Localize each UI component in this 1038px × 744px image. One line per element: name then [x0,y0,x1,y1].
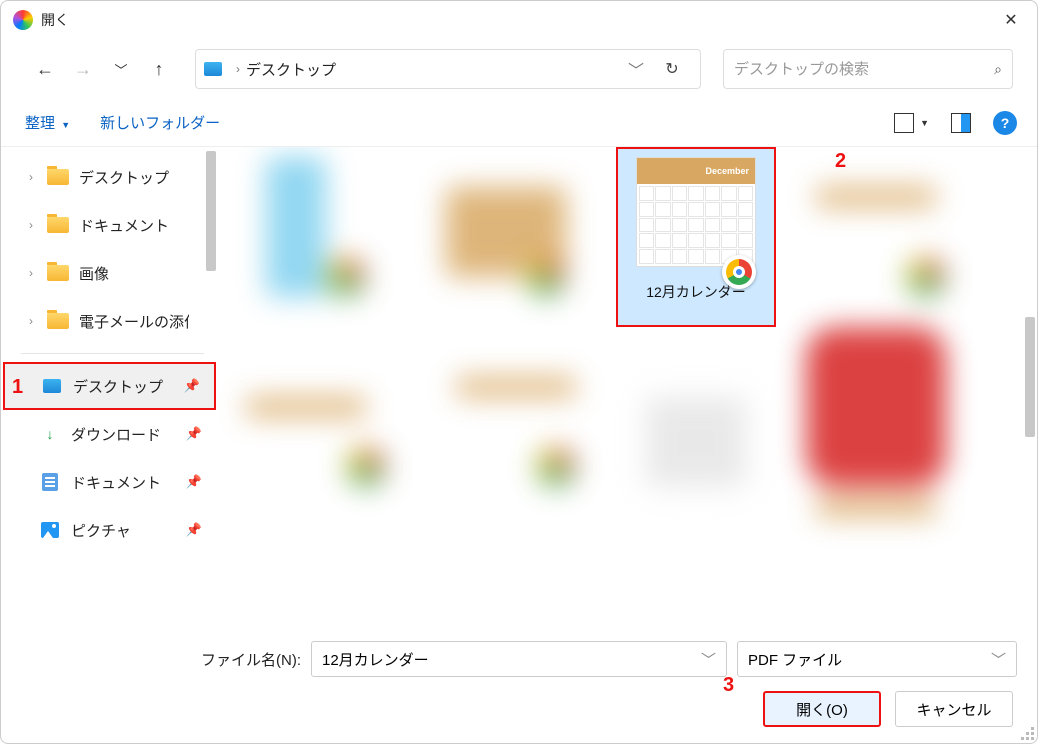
search-input[interactable] [734,61,994,78]
content-area: › デスクトップ › ドキュメント › 画像 › 電子メールの添付 [1,147,1037,623]
tree-label: デスクトップ [79,167,169,188]
forward-button[interactable]: → [69,55,97,83]
tree-item-email-attachments[interactable]: › 電子メールの添付 [1,297,216,345]
resize-grip[interactable] [1020,726,1034,740]
chevron-right-icon[interactable]: › [29,170,43,184]
sidebar-item-label: ドキュメント [71,472,161,493]
chevron-right-icon[interactable]: › [29,218,43,232]
view-dropdown[interactable]: ▼ [920,118,929,128]
pin-icon[interactable]: 📌 [184,378,200,394]
chrome-badge-icon [722,255,756,289]
preview-pane-button[interactable] [951,113,971,133]
toolbar: 整理 ▼ 新しいフォルダー ▼ ? [1,99,1037,147]
divider [21,353,204,354]
annotation-2: 2 [835,150,846,173]
file-open-dialog: 開く ✕ ← → ﹀ ↑ › デスクトップ ﹀ ↻ ⌕ 整理 ▼ 新しいフォルダ… [0,0,1038,744]
filter-value: PDF ファイル [748,649,842,670]
sidebar-item-documents[interactable]: ドキュメント 📌 [1,458,216,506]
tree-item-pictures[interactable]: › 画像 [1,249,216,297]
picture-icon [39,521,61,539]
file-list[interactable]: December 12月カレンダー [216,147,1037,623]
titlebar: 開く ✕ [1,1,1037,39]
folder-icon [47,217,69,233]
nav-row: ← → ﹀ ↑ › デスクトップ ﹀ ↻ ⌕ [1,39,1037,99]
file-thumbnail: December [636,157,756,267]
sidebar-item-label: ピクチャ [71,520,131,541]
caret-down-icon: ▼ [61,120,70,130]
recent-dropdown[interactable]: ﹀ [107,55,135,83]
search-box[interactable]: ⌕ [723,49,1013,89]
open-button[interactable]: 開く(O) [763,691,881,727]
pin-icon[interactable]: 📌 [186,522,202,538]
close-button[interactable]: ✕ [997,6,1025,34]
refresh-button[interactable]: ↻ [652,59,692,79]
cancel-button[interactable]: キャンセル [895,691,1013,727]
folder-icon [47,313,69,329]
help-button[interactable]: ? [993,111,1017,135]
window-title: 開く [41,10,997,30]
folder-icon [47,265,69,281]
file-item-selected[interactable]: December 12月カレンダー [616,147,776,327]
chevron-right-icon[interactable]: › [29,266,43,280]
folder-icon [47,169,69,185]
filename-value: 12月カレンダー [322,649,429,670]
new-folder-button[interactable]: 新しいフォルダー [100,112,220,133]
sidebar-item-pictures[interactable]: ピクチャ 📌 [1,506,216,554]
sidebar-item-label: ダウンロード [71,424,161,445]
thumb-month: December [705,166,749,176]
filename-label: ファイル名(N): [21,649,301,670]
annotation-1: 1 [12,376,23,399]
bottom-panel: ファイル名(N): 12月カレンダー ﹀ PDF ファイル ﹀ 開く(O) キャ… [1,623,1037,743]
organize-menu[interactable]: 整理 ▼ [25,112,70,133]
content-scrollbar[interactable] [1025,147,1035,623]
desktop-icon [41,377,63,395]
chevron-right-icon: › [236,62,240,76]
pin-icon[interactable]: 📌 [186,474,202,490]
navigation-tree: › デスクトップ › ドキュメント › 画像 › 電子メールの添付 [1,147,216,623]
tree-item-desktop[interactable]: › デスクトップ [1,153,216,201]
chevron-down-icon[interactable]: ﹀ [991,649,1006,670]
tree-item-documents[interactable]: › ドキュメント [1,201,216,249]
pin-icon[interactable]: 📌 [186,426,202,442]
view-mode-button[interactable] [894,113,914,133]
tree-label: ドキュメント [79,215,169,236]
tree-label: 電子メールの添付 [79,311,189,332]
filename-combobox[interactable]: 12月カレンダー ﹀ [311,641,727,677]
sidebar-item-desktop[interactable]: デスクトップ 📌 [3,362,216,410]
sidebar-item-downloads[interactable]: ↓ ダウンロード 📌 [1,410,216,458]
up-button[interactable]: ↑ [145,55,173,83]
breadcrumb-dropdown[interactable]: ﹀ [620,57,652,81]
chevron-right-icon[interactable]: › [29,314,43,328]
back-button[interactable]: ← [31,55,59,83]
sidebar-scrollbar[interactable] [206,147,216,623]
desktop-icon [204,62,222,76]
filetype-filter[interactable]: PDF ファイル ﹀ [737,641,1017,677]
tree-label: 画像 [79,263,109,284]
app-icon [13,10,33,30]
chevron-down-icon[interactable]: ﹀ [701,649,716,670]
annotation-3: 3 [723,674,734,697]
breadcrumb[interactable]: › デスクトップ ﹀ ↻ [195,49,701,89]
sidebar-item-label: デスクトップ [73,376,163,397]
download-icon: ↓ [39,425,61,443]
breadcrumb-path: デスクトップ [246,59,620,80]
search-icon[interactable]: ⌕ [994,61,1002,78]
document-icon [39,473,61,491]
